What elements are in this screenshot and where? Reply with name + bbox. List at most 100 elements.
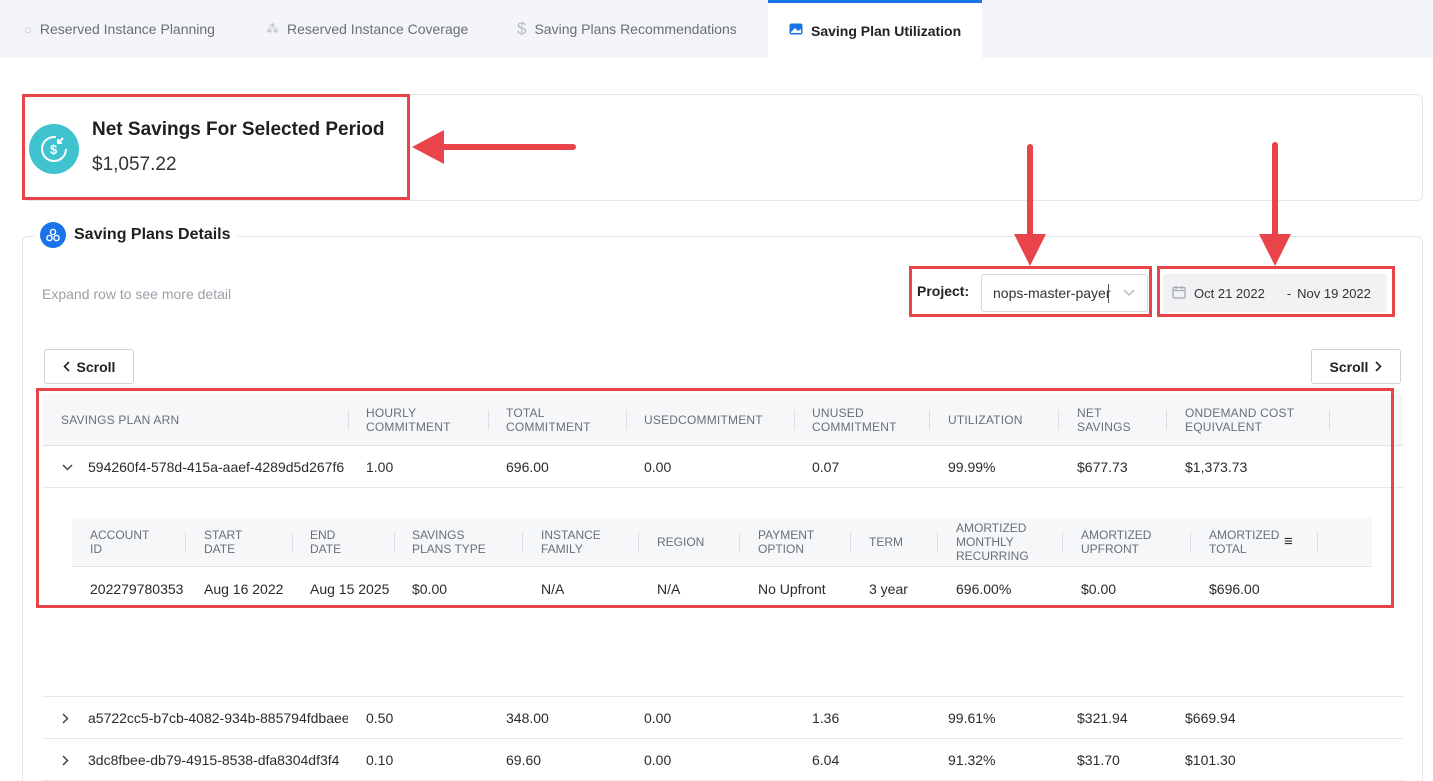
instance-family-cell: N/A bbox=[541, 581, 565, 597]
unused-cell: 6.04 bbox=[812, 752, 840, 768]
total-cell: 696.00 bbox=[506, 459, 549, 475]
column-divider bbox=[1166, 410, 1167, 430]
table-row[interactable]: 3dc8fbee-db79-4915-8538-dfa8304df3f4 0.1… bbox=[42, 739, 1403, 781]
ondemand-cell: $101.30 bbox=[1185, 752, 1236, 768]
circle-icon: ○ bbox=[24, 21, 32, 37]
table-header: SAVINGS PLAN ARN HOURLY COMMITMENT TOTAL… bbox=[42, 394, 1403, 446]
ondemand-cell: $669.94 bbox=[1185, 710, 1236, 726]
tab-saving-plan-utilization[interactable]: Saving Plan Utilization bbox=[768, 0, 982, 58]
scroll-left-button[interactable]: Scroll bbox=[44, 349, 134, 384]
project-select[interactable]: nops-master-payer bbox=[981, 274, 1148, 312]
amortized-total-cell: $696.00 bbox=[1209, 581, 1260, 597]
used-cell: 0.00 bbox=[644, 710, 672, 726]
end-date-cell: Aug 15 2025 bbox=[310, 581, 390, 597]
used-cell: 0.00 bbox=[644, 459, 672, 475]
tab-reserved-instance-coverage[interactable]: ⁂ Reserved Instance Coverage bbox=[266, 0, 468, 58]
column-header[interactable]: NET SAVINGS bbox=[1077, 394, 1157, 446]
sub-column-header: SAVINGS PLANS TYPE bbox=[412, 528, 486, 556]
column-header[interactable]: HOURLY COMMITMENT bbox=[366, 394, 466, 446]
sub-column-header: AMORTIZED UPFRONT bbox=[1081, 528, 1152, 556]
sub-column-header: END DATE bbox=[310, 528, 342, 556]
column-divider bbox=[292, 532, 293, 552]
dollar-icon: $ bbox=[517, 19, 527, 38]
text-cursor bbox=[1108, 284, 1109, 303]
tab-bar: ○ Reserved Instance Planning ⁂ Reserved … bbox=[0, 0, 1433, 58]
net-savings-value: $1,057.22 bbox=[92, 154, 177, 175]
hourly-cell: 0.50 bbox=[366, 710, 394, 726]
chevron-right-icon[interactable] bbox=[62, 697, 69, 739]
savings-icon: $ bbox=[29, 124, 79, 174]
sub-column-header: REGION bbox=[657, 535, 705, 549]
hourly-cell: 0.10 bbox=[366, 752, 394, 768]
tab-reserved-instance-planning[interactable]: ○ Reserved Instance Planning bbox=[24, 0, 215, 58]
net-savings-cell: $321.94 bbox=[1077, 710, 1128, 726]
start-date-cell: Aug 16 2022 bbox=[204, 581, 284, 597]
account-id-cell: 202279780353 bbox=[90, 581, 184, 597]
column-divider bbox=[522, 532, 523, 552]
column-divider bbox=[850, 532, 851, 552]
column-divider bbox=[739, 532, 740, 552]
column-divider bbox=[1329, 410, 1330, 430]
scroll-right-button[interactable]: Scroll bbox=[1311, 349, 1401, 384]
column-divider bbox=[626, 410, 627, 430]
amortized-upfront-cell: $0.00 bbox=[1081, 581, 1117, 597]
used-cell: 0.00 bbox=[644, 752, 672, 768]
column-divider bbox=[1190, 532, 1191, 552]
tab-label: Reserved Instance Planning bbox=[39, 21, 215, 37]
column-header[interactable]: UTILIZATION bbox=[948, 394, 1023, 446]
column-divider bbox=[929, 410, 930, 430]
column-header[interactable]: USEDCOMMITMENT bbox=[644, 394, 763, 446]
column-header[interactable]: TOTAL COMMITMENT bbox=[506, 394, 606, 446]
arn-cell: 3dc8fbee-db79-4915-8538-dfa8304df3f4 bbox=[88, 752, 340, 768]
net-savings-cell: $677.73 bbox=[1077, 459, 1128, 475]
column-divider bbox=[638, 532, 639, 552]
tab-saving-plans-recommendations[interactable]: $ Saving Plans Recommendations bbox=[517, 0, 737, 58]
net-savings-card bbox=[22, 94, 1423, 201]
unused-cell: 1.36 bbox=[812, 710, 840, 726]
column-header[interactable]: UNUSED COMMITMENT bbox=[812, 394, 912, 446]
net-savings-cell: $31.70 bbox=[1077, 752, 1120, 768]
table-row[interactable]: 594260f4-578d-415a-aaef-4289d5d267f6 1.0… bbox=[42, 446, 1403, 488]
unused-cell: 0.07 bbox=[812, 459, 840, 475]
hourly-cell: 1.00 bbox=[366, 459, 394, 475]
sub-column-header: INSTANCE FAMILY bbox=[541, 528, 601, 556]
tab-label: Saving Plans Recommendations bbox=[534, 21, 737, 37]
date-separator: - bbox=[1286, 285, 1292, 301]
column-divider bbox=[348, 410, 349, 430]
total-cell: 348.00 bbox=[506, 710, 549, 726]
chevron-down-icon[interactable] bbox=[62, 446, 73, 488]
payment-option-cell: No Upfront bbox=[758, 581, 826, 597]
column-header[interactable]: SAVINGS PLAN ARN bbox=[61, 394, 179, 446]
chevron-right-icon[interactable] bbox=[62, 739, 69, 781]
amortized-monthly-cell: 696.00% bbox=[956, 581, 1012, 597]
column-header[interactable]: ONDEMAND COST EQUIVALENT bbox=[1185, 394, 1325, 446]
sub-column-header: TERM bbox=[869, 535, 903, 549]
column-divider bbox=[794, 410, 795, 430]
column-divider bbox=[1062, 532, 1063, 552]
sub-table-row: 202279780353 Aug 16 2022 Aug 15 2025 $0.… bbox=[72, 566, 1372, 610]
sub-column-header: ACCOUNT ID bbox=[90, 528, 150, 556]
chevron-left-icon bbox=[62, 359, 70, 375]
sub-column-header: AMORTIZED TOTAL bbox=[1209, 528, 1280, 556]
term-cell: 3 year bbox=[869, 581, 908, 597]
svg-text:$: $ bbox=[50, 142, 58, 157]
tab-label: Saving Plan Utilization bbox=[811, 22, 962, 39]
date-end: Nov 19 2022 bbox=[1297, 285, 1371, 301]
date-range-picker[interactable]: Oct 21 2022 - Nov 19 2022 bbox=[1163, 274, 1387, 312]
cubes-icon bbox=[40, 222, 66, 248]
total-cell: 69.60 bbox=[506, 752, 542, 768]
sub-column-header: AMORTIZED MONTHLY RECURRING bbox=[956, 521, 1029, 563]
menu-icon[interactable]: ≡ bbox=[1284, 518, 1293, 566]
project-label: Project: bbox=[917, 283, 970, 299]
plan-type-cell: $0.00 bbox=[412, 581, 448, 597]
column-divider bbox=[937, 532, 938, 552]
utilization-cell: 99.99% bbox=[948, 459, 996, 475]
chevron-right-icon bbox=[1375, 359, 1383, 375]
utilization-cell: 91.32% bbox=[948, 752, 996, 768]
ondemand-cell: $1,373.73 bbox=[1185, 459, 1248, 475]
arn-cell: 594260f4-578d-415a-aaef-4289d5d267f6 bbox=[88, 459, 345, 475]
calendar-icon bbox=[1172, 285, 1186, 302]
cubes-icon: ⁂ bbox=[266, 21, 279, 36]
table-row[interactable]: a5722cc5-b7cb-4082-934b-885794fdbaee 0.5… bbox=[42, 697, 1403, 739]
column-divider bbox=[1317, 532, 1318, 552]
